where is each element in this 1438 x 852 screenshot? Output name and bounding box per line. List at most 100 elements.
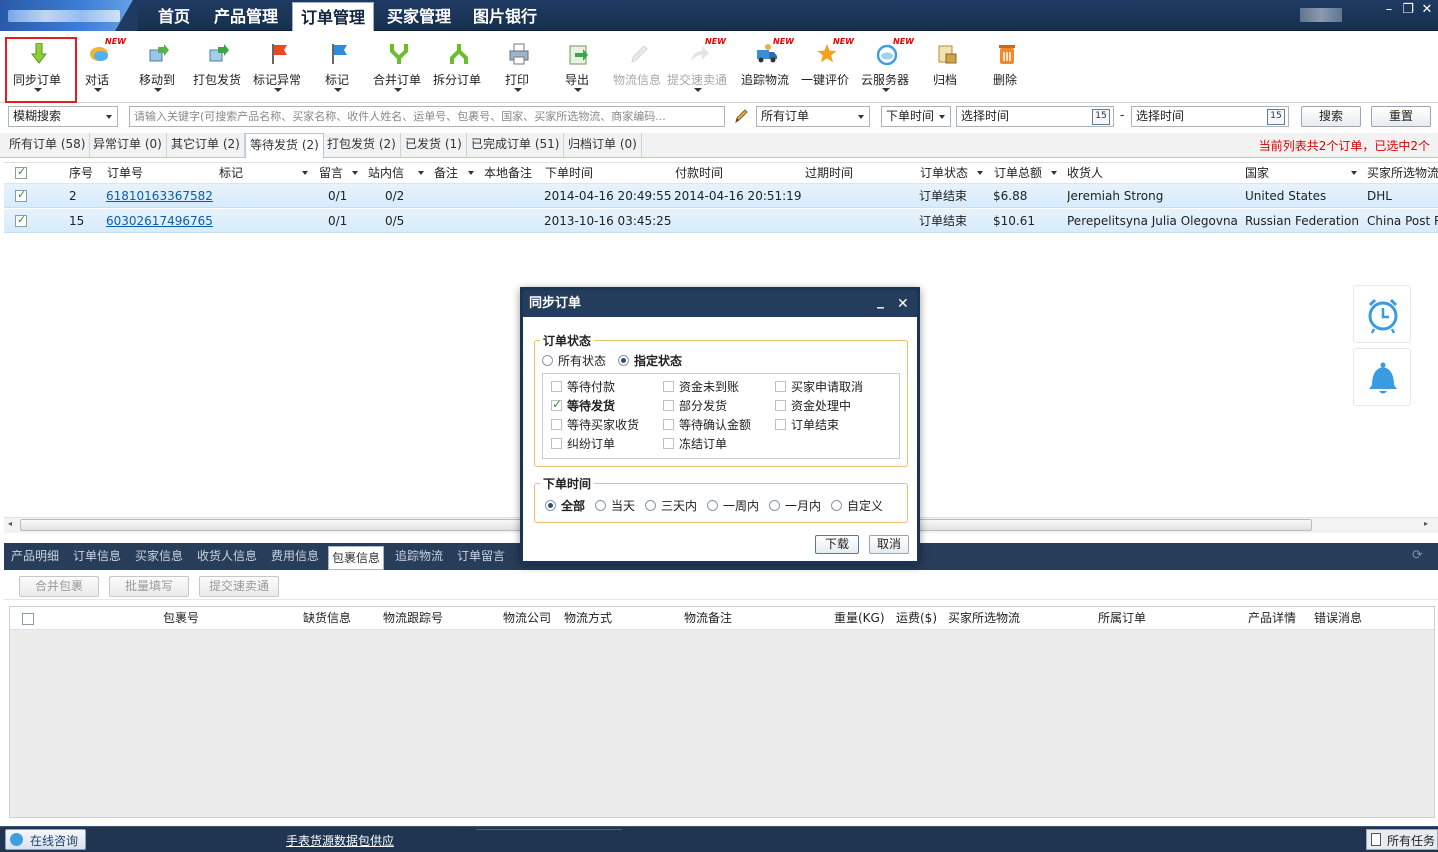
status-option-label[interactable]: 纠纷订单 [567, 436, 615, 452]
time-option-label[interactable]: 全部 [561, 498, 585, 514]
mark-abnormal-button[interactable]: 标记异常 [247, 31, 307, 101]
alarm-clock-button[interactable] [1353, 285, 1411, 343]
col-order-no[interactable]: 订单号 [107, 163, 143, 184]
merge-package-button[interactable]: 合并包裹 [19, 576, 99, 597]
dialog-minimize-icon[interactable]: _ [877, 293, 884, 309]
col-order-total[interactable]: 订单总额 [994, 163, 1042, 184]
dialog-cancel-button[interactable]: 取消 [869, 535, 909, 554]
status-option-checkbox[interactable] [663, 400, 674, 411]
time-option-label[interactable]: 自定义 [847, 498, 883, 514]
status-option-checkbox[interactable] [775, 400, 786, 411]
row-checkbox[interactable] [15, 188, 27, 202]
status-option-label[interactable]: 等待确认金额 [679, 417, 751, 433]
status-all-label[interactable]: 所有状态 [558, 353, 606, 369]
split-order-button[interactable]: 拆分订单 [427, 31, 487, 101]
status-option-label[interactable]: 等待付款 [567, 379, 615, 395]
table-row[interactable]: 2 61810163367582 0/1 0/2 2014-04-16 20:49:55… [4, 184, 1438, 208]
reset-button[interactable]: 重置 [1371, 106, 1431, 127]
col-tracking-no[interactable]: 物流跟踪号 [383, 608, 443, 629]
status-option-checkbox[interactable] [663, 438, 674, 449]
order-filter-select[interactable]: 所有订单 [756, 106, 870, 127]
tab-archived[interactable]: 归档订单 (0) [564, 133, 642, 158]
col-inbox[interactable]: 站内信 [368, 163, 404, 184]
time-option-radio[interactable] [831, 500, 842, 511]
scroll-left-icon[interactable]: ◂ [8, 519, 12, 528]
online-consult-button[interactable]: 在线咨询 [5, 829, 86, 850]
table-row[interactable]: 15 60302617496765 0/1 0/5 2013-10-16 03:45:2… [4, 209, 1438, 233]
pack-ship-button[interactable]: 打包发货 [187, 31, 247, 101]
cloud-server-button[interactable]: NEW 云服务器 [855, 31, 915, 101]
time-option-label[interactable]: 三天内 [661, 498, 697, 514]
tab-packing[interactable]: 打包发货 (2) [323, 133, 401, 158]
status-specified-radio[interactable] [618, 355, 629, 366]
row-order-no[interactable]: 61810163367582 [106, 184, 213, 208]
calendar-icon[interactable]: 15 [1092, 109, 1110, 125]
row-order-no[interactable]: 60302617496765 [106, 209, 213, 233]
status-option-checkbox[interactable] [551, 438, 562, 449]
chevron-down-icon[interactable] [334, 88, 342, 92]
export-button[interactable]: 导出 [547, 31, 607, 101]
status-option-label[interactable]: 等待发货 [567, 398, 615, 414]
status-option-label[interactable]: 部分发货 [679, 398, 727, 414]
status-option-checkbox[interactable] [551, 419, 562, 430]
move-to-button[interactable]: 移动到 [127, 31, 187, 101]
chevron-down-icon[interactable] [882, 88, 890, 92]
chevron-down-icon[interactable] [574, 88, 582, 92]
col-mark[interactable]: 标记 [219, 163, 243, 184]
tab-shipped[interactable]: 已发货 (1) [401, 133, 467, 158]
col-expire-time[interactable]: 过期时间 [805, 163, 853, 184]
tab-buyer-info[interactable]: 买家信息 [132, 543, 186, 570]
package-select-all-checkbox[interactable] [22, 613, 34, 625]
time-option-radio[interactable] [707, 500, 718, 511]
col-parent-order[interactable]: 所属订单 [1098, 608, 1146, 629]
chevron-down-icon[interactable] [352, 171, 358, 175]
print-button[interactable]: 打印 [487, 31, 547, 101]
status-option-checkbox[interactable] [775, 381, 786, 392]
time-option-radio[interactable] [769, 500, 780, 511]
edit-pencil-icon[interactable] [733, 107, 749, 125]
nav-tab-products[interactable]: 产品管理 [206, 2, 286, 31]
dialog-close-icon[interactable]: ✕ [897, 296, 909, 312]
notification-bell-button[interactable] [1353, 348, 1411, 406]
end-date-input[interactable]: 选择时间 15 [1131, 106, 1289, 127]
download-button[interactable]: 下载 [815, 535, 859, 554]
nav-tab-orders[interactable]: 订单管理 [292, 2, 375, 31]
search-mode-select[interactable]: 模糊搜索 [8, 106, 118, 127]
chevron-down-icon[interactable] [694, 88, 702, 92]
chevron-down-icon[interactable] [514, 88, 522, 92]
col-message[interactable]: 留言 [319, 163, 343, 184]
start-date-input[interactable]: 选择时间 15 [956, 106, 1114, 127]
col-pkg-buyer-logistics[interactable]: 买家所选物流 [948, 608, 1020, 629]
col-carrier[interactable]: 物流公司 [503, 608, 551, 629]
status-option-label[interactable]: 等待买家收货 [567, 417, 639, 433]
col-country[interactable]: 国家 [1245, 163, 1269, 184]
status-option-checkbox[interactable] [663, 419, 674, 430]
tab-abnormal-orders[interactable]: 异常订单 (0) [89, 133, 167, 158]
status-all-radio[interactable] [542, 355, 553, 366]
status-option-label[interactable]: 买家申请取消 [791, 379, 863, 395]
tab-other-orders[interactable]: 其它订单 (2) [167, 133, 245, 158]
time-option-radio[interactable] [645, 500, 656, 511]
tab-awaiting-shipment[interactable]: 等待发货 (2) [245, 133, 324, 159]
track-logistics-button[interactable]: NEW 追踪物流 [735, 31, 795, 101]
nav-tab-home[interactable]: 首页 [150, 2, 198, 31]
col-local-remark[interactable]: 本地备注 [484, 163, 532, 184]
tab-package-info[interactable]: 包裹信息 [328, 546, 385, 570]
submit-aliexpress-button[interactable]: 提交速卖通 [199, 576, 279, 597]
status-specified-label[interactable]: 指定状态 [634, 353, 682, 369]
status-option-label[interactable]: 订单结束 [791, 417, 839, 433]
col-seq[interactable]: 序号 [69, 163, 93, 184]
delete-button[interactable]: 删除 [975, 31, 1035, 101]
col-package-no[interactable]: 包裹号 [163, 608, 199, 629]
chevron-down-icon[interactable] [418, 171, 424, 175]
keyword-search-input[interactable]: 请输入关键字(可搜索产品名称、买家名称、收件人姓名、运单号、包裹号、国家、买家所… [129, 106, 725, 127]
minimize-icon[interactable]: – [1380, 2, 1398, 20]
all-tasks-button[interactable]: 所有任务 [1366, 829, 1438, 850]
status-option-checkbox[interactable] [663, 381, 674, 392]
tab-fee-info[interactable]: 费用信息 [268, 543, 322, 570]
status-option-label[interactable]: 资金未到账 [679, 379, 739, 395]
tab-order-messages[interactable]: 订单留言 [454, 543, 508, 570]
status-option-checkbox[interactable] [775, 419, 786, 430]
col-buyer-logistics[interactable]: 买家所选物流 [1367, 163, 1438, 184]
status-option-label[interactable]: 冻结订单 [679, 436, 727, 452]
